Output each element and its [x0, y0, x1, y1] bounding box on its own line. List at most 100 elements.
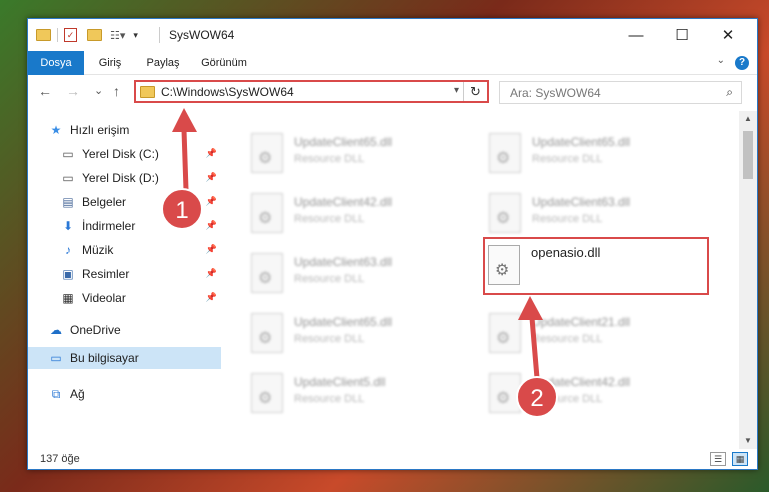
details-view-button[interactable]: ☰: [710, 452, 726, 466]
file-item[interactable]: UpdateClient63.dll Resource DLL: [249, 245, 469, 297]
file-item[interactable]: UpdateClient21.dll Resource DLL: [487, 305, 707, 357]
file-name: UpdateClient42.dll: [532, 375, 631, 389]
cloud-icon: ☁: [50, 323, 62, 337]
chevron-down-icon[interactable]: ⌄: [717, 55, 725, 66]
sidebar-item-label: OneDrive: [70, 323, 121, 337]
chevron-down-icon[interactable]: ▾: [454, 85, 459, 96]
search-input[interactable]: Ara: SysWOW64 ⌕: [499, 81, 742, 104]
sidebar-item-label: İndirmeler: [82, 219, 136, 233]
dll-file-icon: [251, 193, 283, 233]
file-name: UpdateClient65.dll: [532, 135, 631, 149]
network-icon: ⧉: [51, 386, 61, 401]
file-item[interactable]: UpdateClient65.dll Resource DLL: [487, 125, 707, 177]
file-description: Resource DLL: [294, 273, 365, 285]
quick-access-toolbar: ✓ ☷▾ ▾: [36, 27, 138, 43]
file-name: UpdateClient63.dll: [532, 195, 631, 209]
pin-icon[interactable]: 📌: [206, 268, 217, 279]
scroll-down-icon[interactable]: ▼: [739, 433, 757, 449]
file-description: Resource DLL: [532, 213, 603, 225]
file-item[interactable]: UpdateClient42.dll Resource DLL: [487, 365, 707, 417]
status-bar: 137 öğe ☰ ▦: [28, 449, 757, 469]
scroll-up-icon[interactable]: ▲: [739, 111, 757, 127]
target-file-item[interactable]: openasio.dll: [483, 237, 709, 295]
large-icons-view-button[interactable]: ▦: [732, 452, 748, 466]
sidebar-item-quick-access[interactable]: ★ Hızlı erişim: [28, 119, 221, 141]
music-icon: ♪: [65, 243, 71, 257]
pictures-icon: ▣: [62, 267, 74, 281]
pin-icon[interactable]: 📌: [206, 220, 217, 231]
pin-icon[interactable]: 📌: [206, 172, 217, 183]
close-button[interactable]: ✕: [705, 19, 751, 51]
sidebar-item-label: Yerel Disk (D:): [82, 171, 159, 185]
pin-icon[interactable]: 📌: [206, 244, 217, 255]
maximize-button[interactable]: ☐: [659, 19, 705, 51]
computer-icon: ▭: [50, 351, 62, 365]
tab-share[interactable]: Paylaş: [140, 51, 186, 75]
tab-view[interactable]: Görünüm: [196, 51, 252, 75]
sidebar-item-label: Ağ: [70, 387, 85, 401]
dll-file-icon: [251, 253, 283, 293]
sidebar-item-label: Müzik: [82, 243, 114, 257]
video-icon: ▦: [62, 291, 74, 305]
file-item[interactable]: UpdateClient63.dll Resource DLL: [487, 185, 707, 237]
up-button[interactable]: ↑: [113, 83, 120, 99]
file-item[interactable]: UpdateClient42.dll Resource DLL: [249, 185, 469, 237]
sidebar-item-downloads[interactable]: ⬇ İndirmeler 📌: [28, 215, 221, 237]
pin-icon[interactable]: 📌: [206, 196, 217, 207]
file-name: UpdateClient42.dll: [294, 195, 393, 209]
file-name: UpdateClient65.dll: [294, 315, 393, 329]
ribbon-tabs: Dosya Giriş Paylaş Görünüm ⌄ ?: [28, 51, 757, 75]
address-path[interactable]: C:\Windows\SysWOW64: [161, 85, 294, 99]
documents-icon: ▤: [62, 195, 74, 209]
tab-file[interactable]: Dosya: [28, 51, 84, 75]
file-name: UpdateClient63.dll: [294, 255, 393, 269]
recent-locations-button[interactable]: ⌄: [94, 84, 103, 97]
pin-icon[interactable]: 📌: [206, 148, 217, 159]
customize-qa-icon[interactable]: ☷▾: [110, 29, 125, 42]
sidebar-item-pictures[interactable]: ▣ Resimler 📌: [28, 263, 221, 285]
tab-home[interactable]: Giriş: [90, 51, 130, 75]
sidebar-item-onedrive[interactable]: ☁ OneDrive: [28, 319, 221, 341]
qa-dropdown-icon[interactable]: ▾: [133, 30, 138, 41]
file-description: Resource DLL: [294, 333, 365, 345]
sidebar-item-local-disk-c[interactable]: ▭ Yerel Disk (C:) 📌: [28, 143, 221, 165]
sidebar-item-label: Resimler: [82, 267, 130, 281]
sidebar-item-label: Yerel Disk (C:): [82, 147, 159, 161]
forward-button[interactable]: →: [66, 83, 80, 99]
sidebar-item-label: Hızlı erişim: [70, 123, 130, 137]
separator: [159, 27, 160, 43]
folder-icon: [36, 29, 51, 41]
refresh-button[interactable]: ↻: [463, 82, 487, 101]
address-bar[interactable]: C:\Windows\SysWOW64 ▾ ↻: [134, 80, 489, 103]
back-button[interactable]: ←: [38, 83, 52, 99]
minimize-button[interactable]: —: [613, 19, 659, 51]
new-folder-icon[interactable]: [87, 29, 102, 41]
navigation-bar: ← → ⌄ ↑ C:\Windows\SysWOW64 ▾ ↻ Ara: Sys…: [28, 75, 757, 111]
dll-file-icon: [251, 373, 283, 413]
file-item[interactable]: UpdateClient65.dll Resource DLL: [249, 305, 469, 357]
sidebar-item-network[interactable]: ⧉ Ağ: [28, 383, 221, 405]
file-description: Resource DLL: [532, 153, 603, 165]
file-description: Resource DLL: [294, 153, 365, 165]
search-icon[interactable]: ⌕: [726, 85, 733, 100]
dll-file-icon: [489, 313, 521, 353]
file-name: UpdateClient65.dll: [294, 135, 393, 149]
sidebar-item-documents[interactable]: ▤ Belgeler 📌: [28, 191, 221, 213]
scrollbar-thumb[interactable]: [743, 131, 753, 179]
sidebar-item-local-disk-d[interactable]: ▭ Yerel Disk (D:) 📌: [28, 167, 221, 189]
file-item[interactable]: UpdateClient5.dll Resource DLL: [249, 365, 469, 417]
dll-file-icon: [251, 313, 283, 353]
vertical-scrollbar[interactable]: ▲ ▼: [739, 111, 757, 449]
sidebar-item-label: Belgeler: [82, 195, 127, 209]
properties-icon[interactable]: ✓: [64, 28, 77, 42]
dll-file-icon: [489, 373, 521, 413]
help-button[interactable]: ?: [735, 56, 749, 70]
file-item[interactable]: UpdateClient65.dll Resource DLL: [249, 125, 469, 177]
pin-icon[interactable]: 📌: [206, 292, 217, 303]
sidebar-item-music[interactable]: ♪ Müzik 📌: [28, 239, 221, 261]
dll-file-icon: [489, 193, 521, 233]
sidebar-item-this-pc[interactable]: ▭ Bu bilgisayar: [28, 347, 221, 369]
target-file-name: openasio.dll: [531, 245, 601, 260]
sidebar-item-videos[interactable]: ▦ Videolar 📌: [28, 287, 221, 309]
file-description: Resource DLL: [294, 213, 365, 225]
